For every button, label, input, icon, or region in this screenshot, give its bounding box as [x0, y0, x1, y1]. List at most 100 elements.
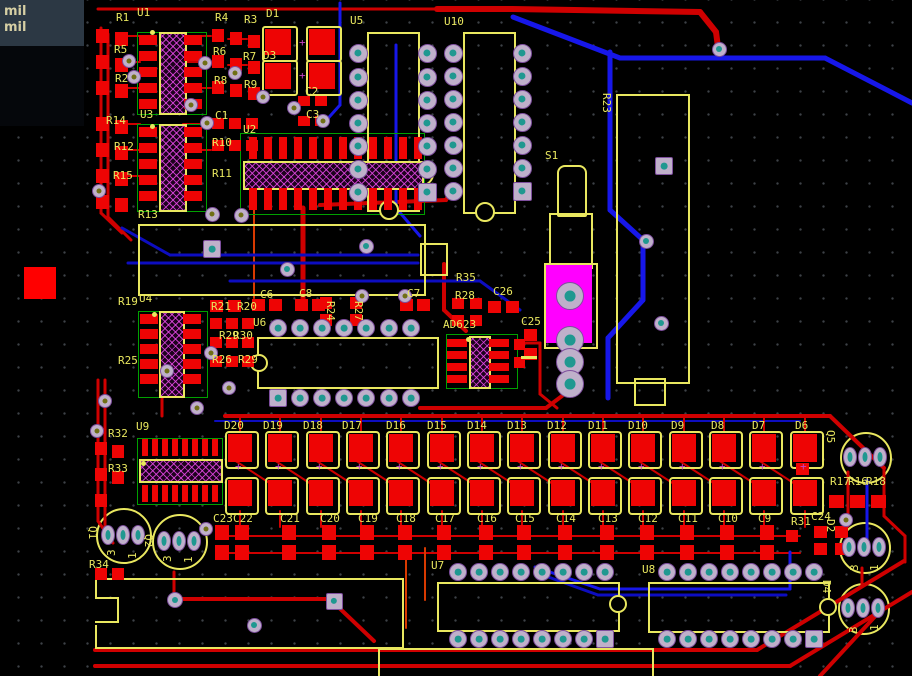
ref-designator-d7: D7 [752, 419, 766, 432]
smd-pad [96, 143, 109, 157]
through-hole-pad [417, 113, 437, 133]
through-hole-pad [380, 389, 398, 407]
through-hole-pad [167, 592, 183, 608]
smd-pad [479, 545, 493, 560]
ref-designator-ad623: AD623 [443, 318, 477, 331]
through-hole-pad [313, 319, 331, 337]
ref-designator-u9: U9 [136, 420, 150, 433]
smd-pad [230, 32, 242, 45]
smd-pad [282, 525, 296, 540]
ref-designator-r31: R31 [791, 515, 811, 528]
through-hole-pad [679, 563, 697, 581]
ref-designator-c19: C19 [358, 512, 378, 525]
trace-segment [822, 55, 912, 106]
smd-pad [349, 480, 373, 506]
through-hole-pad [596, 563, 614, 581]
smd-pad [470, 434, 494, 462]
via [122, 54, 136, 68]
smd-pad [184, 191, 202, 201]
smd-pad [600, 545, 614, 560]
through-hole-pad [443, 112, 463, 132]
to92-pad [873, 447, 887, 467]
smd-pad [829, 495, 844, 508]
smd-pad [389, 434, 413, 462]
through-hole-pad [380, 319, 398, 337]
smd-pad [672, 434, 696, 462]
ref-designator-c9: C9 [758, 512, 772, 525]
smd-pad [369, 137, 377, 159]
smd-pad [140, 344, 158, 354]
smd-pad [524, 329, 537, 341]
to92-pad [116, 525, 130, 545]
connector-outline [95, 578, 404, 649]
smd-pad [192, 439, 198, 456]
smd-pad [506, 301, 519, 313]
connector-notch-c [117, 597, 119, 623]
trace-segment [882, 514, 907, 538]
selection-marker [24, 267, 56, 299]
smd-pad [309, 137, 317, 159]
smd-pad [95, 468, 107, 481]
ref-designator-c6: C6 [260, 288, 274, 301]
dip-notch [819, 598, 837, 616]
through-hole-pad [700, 630, 718, 648]
through-hole-pad [575, 630, 593, 648]
smd-pad [417, 299, 430, 311]
smd-pad [488, 301, 501, 313]
ref-designator-c25: C25 [521, 315, 541, 328]
smd-pad [142, 485, 148, 502]
via [256, 90, 270, 104]
ref-designator-c11: C11 [678, 512, 698, 525]
polarity-plus: + [275, 460, 282, 473]
smd-pad [430, 434, 454, 462]
polarity-plus: + [759, 460, 766, 473]
through-hole-pad [512, 66, 532, 86]
smd-pad [230, 84, 242, 97]
smd-pad [268, 480, 292, 506]
via [200, 116, 214, 130]
to92-pad [843, 447, 857, 467]
smd-pad [720, 545, 734, 560]
through-hole-pad [784, 630, 802, 648]
through-hole-pad [358, 238, 374, 254]
smd-pad [479, 525, 493, 540]
ref-designator-r17: R17 [830, 475, 850, 488]
through-hole-pad [658, 563, 676, 581]
part-outline-mid [138, 224, 426, 296]
through-hole-pad [554, 630, 572, 648]
smd-pad [184, 143, 202, 153]
smd-pad [183, 344, 201, 354]
pcb-canvas[interactable]: mil mil + + + + + + + + + + + + + + + + + R1 U1 R4 R3 D1 R5 R6 R… [0, 0, 912, 676]
ref-designator-c17: C17 [435, 512, 455, 525]
ref-designator-r21: R21 [211, 300, 231, 313]
smd-pad [96, 29, 109, 43]
ref-designator-q2: Q2 [142, 534, 155, 548]
through-hole-pad [658, 630, 676, 648]
ref-designator-c7: C7 [407, 287, 421, 300]
through-hole-pad [491, 563, 509, 581]
smd-pad [210, 318, 222, 329]
polarity-plus: + [299, 36, 306, 49]
through-hole-pad [335, 389, 353, 407]
smd-pad [183, 359, 201, 369]
smd-pad [264, 137, 272, 159]
smd-pad [96, 81, 109, 95]
through-hole-pad [417, 182, 437, 202]
smd-pad [268, 434, 292, 462]
through-hole-pad [554, 563, 572, 581]
through-hole-pad [512, 563, 530, 581]
trace-segment [509, 6, 703, 15]
through-hole-pad [711, 41, 727, 57]
through-hole-pad [512, 630, 530, 648]
smd-pad [680, 545, 694, 560]
smd-pad [786, 530, 798, 542]
smd-pad [229, 118, 241, 129]
smd-pad [212, 439, 218, 456]
ref-designator-c16: C16 [477, 512, 497, 525]
smd-pad [139, 175, 157, 185]
smd-pad [162, 439, 168, 456]
ref-designator-u4: U4 [139, 292, 153, 305]
ref-designator-r19: R19 [118, 295, 138, 308]
smd-pad [183, 314, 201, 324]
via [98, 394, 112, 408]
